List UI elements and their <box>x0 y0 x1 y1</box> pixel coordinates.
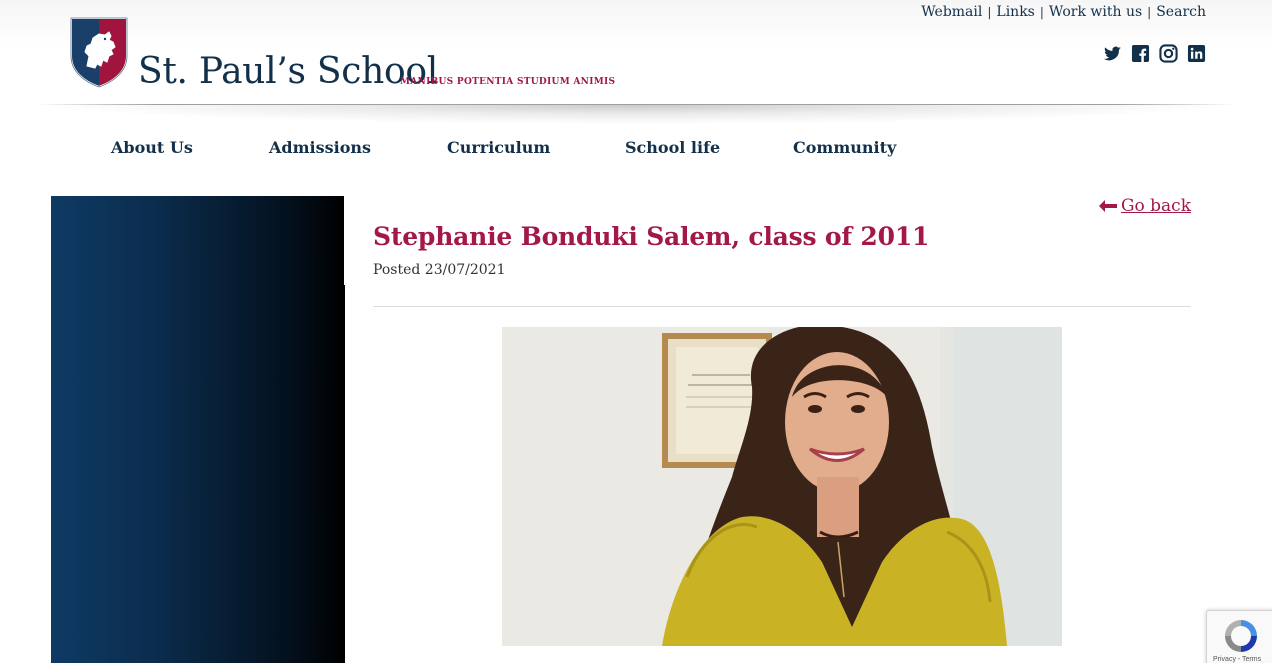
sidebar-edge <box>343 285 345 663</box>
school-motto: MANIBUS POTENTIA STUDIUM ANIMIS <box>400 77 616 87</box>
profile-photo <box>502 327 1062 646</box>
social-links <box>1103 44 1206 63</box>
nav-item-school-life[interactable]: School life <box>625 138 793 157</box>
main-nav: About Us Admissions Curriculum School li… <box>111 138 896 157</box>
util-separator: | <box>1039 5 1044 19</box>
recaptcha-footer-text[interactable]: Privacy - Terms <box>1213 656 1261 663</box>
photo-illustration <box>502 327 1062 646</box>
site-header: St. Paul’s School MANIBUS POTENTIA STUDI… <box>0 0 1272 125</box>
linkedin-icon[interactable] <box>1187 44 1206 63</box>
util-link-links[interactable]: Links <box>996 4 1034 20</box>
nav-item-curriculum[interactable]: Curriculum <box>447 138 625 157</box>
utility-links: Webmail | Links | Work with us | Search <box>921 4 1206 20</box>
nav-item-community[interactable]: Community <box>793 138 896 157</box>
go-back-link[interactable]: Go back <box>1098 196 1191 216</box>
arrow-left-icon <box>1098 200 1117 212</box>
nav-item-about-us[interactable]: About Us <box>111 138 269 157</box>
util-separator: | <box>987 5 992 19</box>
post-date: Posted 23/07/2021 <box>373 262 506 278</box>
go-back-label: Go back <box>1120 196 1191 216</box>
recaptcha-icon <box>1225 620 1257 652</box>
util-link-search[interactable]: Search <box>1156 4 1206 20</box>
content-divider <box>373 306 1191 307</box>
school-crest-logo[interactable] <box>69 16 129 88</box>
twitter-icon[interactable] <box>1103 44 1122 63</box>
util-link-work-with-us[interactable]: Work with us <box>1049 4 1142 20</box>
sidebar-panel <box>51 196 344 663</box>
instagram-icon[interactable] <box>1159 44 1178 63</box>
facebook-icon[interactable] <box>1131 44 1150 63</box>
nav-item-admissions[interactable]: Admissions <box>269 138 447 157</box>
header-shadow <box>36 104 1236 124</box>
recaptcha-badge[interactable]: Privacy - Terms <box>1206 610 1272 663</box>
site-title[interactable]: St. Paul’s School <box>138 50 438 94</box>
util-separator: | <box>1147 5 1152 19</box>
header-divider <box>36 104 1236 105</box>
util-link-webmail[interactable]: Webmail <box>921 4 982 20</box>
post-title: Stephanie Bonduki Salem, class of 2011 <box>373 222 930 251</box>
